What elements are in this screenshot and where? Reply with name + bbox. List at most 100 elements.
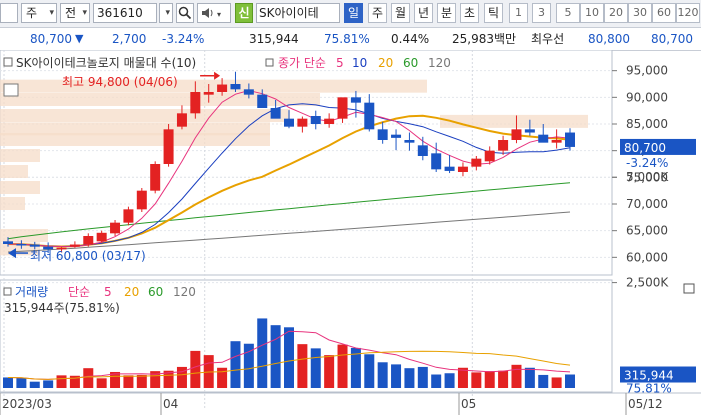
period-tab-30[interactable]: 30 bbox=[628, 3, 652, 23]
price-change-pct: -3.24% bbox=[162, 32, 205, 46]
down-arrow-icon: ▼ bbox=[75, 32, 84, 45]
stock-legend[interactable]: SK아이이테크놀로지 매물대 수(10) bbox=[16, 56, 196, 70]
candle-body bbox=[69, 244, 80, 247]
price-axis-label: 65,000 bbox=[626, 224, 668, 238]
volume-profile-bar bbox=[0, 229, 48, 242]
period-tab-일[interactable]: 일 bbox=[344, 3, 363, 23]
volume-ma-20: 20 bbox=[124, 285, 139, 299]
volume-profile-bar bbox=[0, 181, 40, 194]
best-bid-price: 80,700 bbox=[651, 32, 693, 46]
quote-info-bar: 80,700 ▼ 2,700 -3.24% 315,944 75.81% 0.4… bbox=[0, 28, 701, 51]
search-button[interactable] bbox=[176, 3, 194, 23]
ma-legend-5: 5 bbox=[336, 56, 344, 70]
period-tab-월[interactable]: 월 bbox=[391, 3, 410, 23]
volume-ma-120: 120 bbox=[173, 285, 196, 299]
candle-body bbox=[404, 140, 415, 143]
period-tab-년[interactable]: 년 bbox=[414, 3, 433, 23]
volume-bar bbox=[310, 348, 321, 388]
candle-body bbox=[324, 118, 335, 124]
volume-bar bbox=[484, 371, 495, 388]
candle-body bbox=[457, 166, 468, 172]
ma-legend-120: 120 bbox=[428, 56, 451, 70]
period-tab-20[interactable]: 20 bbox=[604, 3, 628, 23]
candle-body bbox=[96, 232, 107, 242]
period-tab-3[interactable]: 3 bbox=[532, 3, 551, 23]
period-tab-주[interactable]: 주 bbox=[368, 3, 387, 23]
price-axis-label: 70,000 bbox=[626, 197, 668, 211]
period-tab-60[interactable]: 60 bbox=[652, 3, 676, 23]
candle-body bbox=[444, 166, 455, 171]
volume-value-text: 315,944주(75.81%) bbox=[4, 301, 120, 315]
volume-bar bbox=[190, 350, 201, 388]
ma-legend-title[interactable]: 종가 단순 bbox=[278, 56, 326, 70]
signal-badge[interactable]: 신 bbox=[235, 3, 253, 23]
volume-legend-title[interactable]: 거래량 bbox=[15, 285, 48, 299]
best-ask-price: 80,800 bbox=[588, 32, 630, 46]
code-dropdown-button[interactable] bbox=[159, 3, 173, 23]
current-pct-label: -3.24% bbox=[626, 156, 668, 170]
volume-bar bbox=[551, 377, 562, 388]
volume-ratio: 75.81% bbox=[324, 32, 370, 46]
period-tab-10[interactable]: 10 bbox=[580, 3, 604, 23]
market-select[interactable]: 주 bbox=[21, 3, 57, 23]
candle-body bbox=[16, 244, 27, 246]
period-tab-5[interactable]: 5 bbox=[556, 3, 580, 23]
volume-bar bbox=[417, 366, 428, 388]
stock-name-field[interactable]: SK아이이테 bbox=[256, 3, 340, 23]
x-axis-label: 05 bbox=[461, 397, 476, 411]
candle-body bbox=[297, 118, 308, 127]
volume-bar bbox=[337, 344, 348, 388]
volume-bar bbox=[471, 372, 482, 388]
candle-body bbox=[511, 129, 522, 140]
volume-bar bbox=[16, 377, 27, 388]
current-volume-label: 315,944 bbox=[624, 369, 674, 383]
volume-bar bbox=[230, 341, 241, 388]
volume-ma-title: 단순 bbox=[68, 285, 90, 299]
candle-body bbox=[471, 158, 482, 167]
volume-profile-bar bbox=[0, 165, 28, 178]
volume-bar bbox=[431, 374, 442, 388]
volume-bar bbox=[538, 374, 549, 388]
volume-bar bbox=[404, 368, 415, 388]
candle-body bbox=[217, 84, 228, 92]
candle-body bbox=[270, 108, 281, 119]
price-axis-label: 60,000 bbox=[626, 250, 668, 264]
menu-icon[interactable] bbox=[0, 3, 18, 23]
candle-body bbox=[524, 129, 535, 133]
range-select[interactable]: 전 bbox=[60, 3, 90, 23]
candle-body bbox=[203, 92, 214, 95]
pane-maximize-icon[interactable] bbox=[683, 283, 695, 294]
volume-profile-bar bbox=[0, 149, 40, 162]
volume-bar bbox=[217, 367, 228, 388]
grid-toggle-icon[interactable] bbox=[3, 83, 19, 97]
candle-body bbox=[163, 129, 174, 164]
stock-code-input[interactable]: 361610 bbox=[93, 3, 157, 23]
candle-body bbox=[257, 94, 268, 108]
candle-body bbox=[110, 222, 121, 234]
speaker-button[interactable]: ▾ bbox=[197, 3, 231, 23]
candle-body bbox=[243, 89, 254, 95]
volume-value: 315,944 bbox=[249, 32, 299, 46]
candle-body bbox=[538, 134, 549, 143]
volume-bar bbox=[284, 327, 294, 388]
period-tab-초[interactable]: 초 bbox=[460, 3, 479, 23]
candle-body bbox=[431, 153, 442, 170]
best-ask-label: 최우선 bbox=[531, 32, 565, 46]
period-tab-분[interactable]: 분 bbox=[437, 3, 456, 23]
volume-bar bbox=[43, 380, 54, 388]
current-price: 80,700 bbox=[30, 32, 72, 46]
period-tab-틱[interactable]: 틱 bbox=[484, 3, 503, 23]
candle-body bbox=[565, 132, 575, 147]
legend-box-icon bbox=[3, 57, 13, 67]
x-axis-label: 05/12 bbox=[628, 397, 663, 411]
candle-body bbox=[3, 241, 13, 244]
volume-bar bbox=[324, 355, 335, 388]
volume-bar bbox=[29, 381, 40, 388]
candle-body bbox=[484, 150, 495, 162]
ma-legend-10: 10 bbox=[352, 56, 367, 70]
stock-chart[interactable]: 95,00090,00085,00080,00075,00070,00065,0… bbox=[0, 50, 701, 415]
candle-body bbox=[136, 190, 147, 210]
volume-bar bbox=[83, 368, 94, 388]
period-tab-1[interactable]: 1 bbox=[509, 3, 528, 23]
period-tab-120[interactable]: 120 bbox=[676, 3, 700, 23]
